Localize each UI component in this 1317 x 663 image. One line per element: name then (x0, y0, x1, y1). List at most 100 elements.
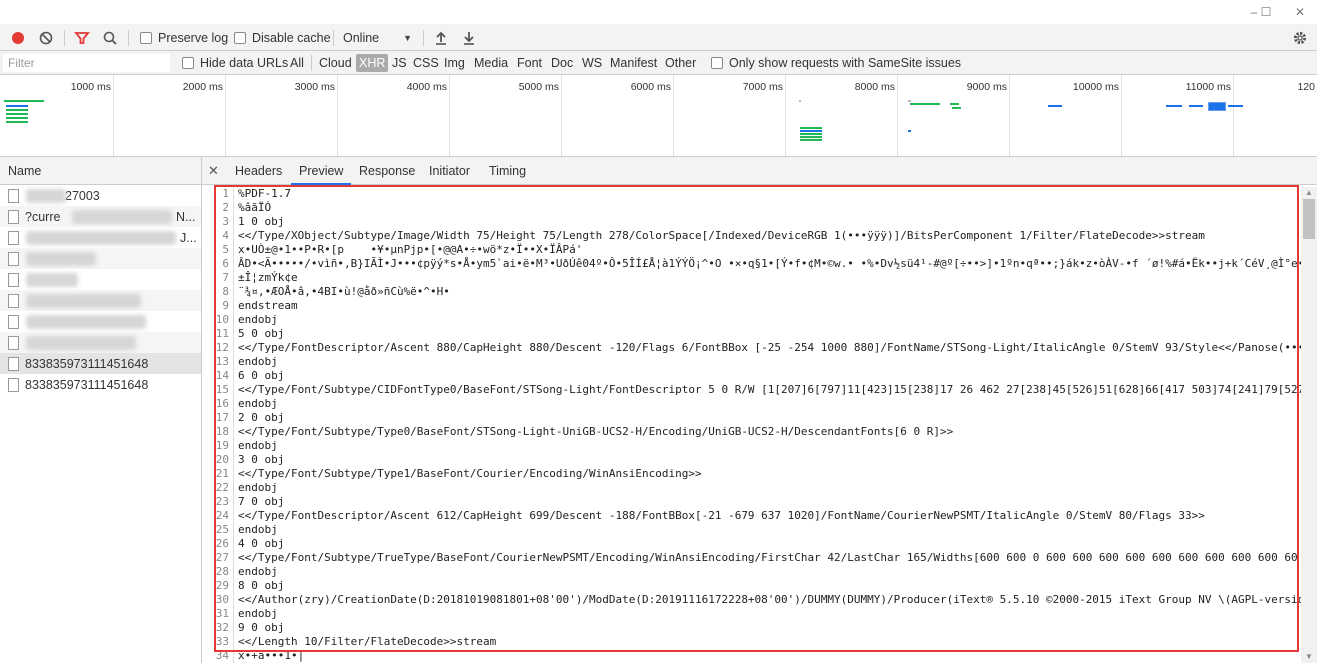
request-row[interactable]: ?curre N... (0, 206, 201, 227)
line-number: 20 (214, 453, 234, 467)
type-filter-all[interactable]: All (287, 54, 307, 72)
tab-timing[interactable]: Timing (481, 157, 534, 185)
line-number: 14 (214, 369, 234, 383)
type-filter-css[interactable]: CSS (410, 54, 442, 72)
type-filter-media[interactable]: Media (471, 54, 511, 72)
hide-data-urls-toggle[interactable]: Hide data URLs (182, 51, 288, 75)
search-button[interactable] (102, 24, 118, 51)
type-filter-other[interactable]: Other (662, 54, 699, 72)
name-column-header[interactable]: Name (0, 157, 201, 185)
line-number: 21 (214, 467, 234, 481)
hide-data-urls-checkbox[interactable] (182, 57, 194, 69)
timeline-tick-label: 11000 ms (1185, 81, 1231, 93)
request-row[interactable]: 833835973111451648 (0, 374, 201, 395)
timeline-gridline (449, 75, 450, 156)
timeline-bar (800, 139, 822, 141)
network-toolbar: Preserve log Disable cache Online ▼ (0, 24, 1317, 51)
scroll-up-icon[interactable]: ▲ (1301, 187, 1317, 199)
scrollbar-thumb[interactable] (1303, 199, 1315, 239)
request-name-truncation: J... (180, 230, 197, 245)
code-line: 16 endobj (214, 397, 1301, 411)
preserve-log-label: Preserve log (158, 30, 229, 45)
disable-cache-toggle[interactable]: Disable cache (234, 24, 331, 51)
samesite-toggle[interactable]: Only show requests with SameSite issues (711, 51, 961, 75)
code-line: 27 <</Type/Font/Subtype/TrueType/BaseFont… (214, 551, 1301, 565)
request-row[interactable] (0, 311, 201, 332)
line-number: 34 (214, 649, 234, 663)
line-number: 7 (214, 271, 234, 285)
request-row[interactable] (0, 290, 201, 311)
line-number: 32 (214, 621, 234, 635)
maximize-icon[interactable]: ☐ (1253, 3, 1279, 21)
timeline-tick-label: 6000 ms (630, 81, 671, 93)
code-line: 24 <</Type/FontDescriptor/Ascent 612/CapH… (214, 509, 1301, 523)
line-text: endstream (238, 299, 298, 312)
request-row[interactable] (0, 269, 201, 290)
record-button[interactable] (10, 24, 26, 51)
filter-bar: Hide data URLs All Cloud XHR JS CSS Img … (0, 51, 1317, 75)
timeline-tick-label: 4000 ms (406, 81, 447, 93)
request-row[interactable] (0, 248, 201, 269)
timeline-bar (6, 117, 28, 119)
line-text: endobj (238, 313, 278, 326)
timeline-bar (910, 103, 940, 105)
preserve-log-checkbox[interactable] (140, 31, 152, 44)
code-line: 15 <</Type/Font/Subtype/CIDFontType0/Base… (214, 383, 1301, 397)
line-text: 5 0 obj (238, 327, 285, 340)
response-preview[interactable]: 1 %PDF-1.7 2 %âãÏÓ 3 1 0 obj 4 <</Type/XObject/… (214, 187, 1301, 663)
request-row[interactable]: 27003 (0, 185, 201, 206)
line-number: 25 (214, 523, 234, 537)
file-icon (8, 209, 19, 224)
line-text: 1 0 obj (238, 215, 285, 228)
preview-scrollbar[interactable]: ▲ ▼ (1301, 187, 1317, 663)
samesite-checkbox[interactable] (711, 57, 723, 69)
file-icon (8, 230, 19, 245)
line-text: endobj (238, 439, 278, 452)
tab-initiator[interactable]: Initiator (421, 157, 478, 185)
import-har-button[interactable] (434, 24, 448, 51)
request-details-panel: ✕ Headers Preview Response Initiator Tim… (202, 157, 1317, 663)
type-filter-doc[interactable]: Doc (548, 54, 576, 72)
type-filter-manifest[interactable]: Manifest (607, 54, 660, 72)
type-filter-ws[interactable]: WS (579, 54, 605, 72)
line-number: 28 (214, 565, 234, 579)
tab-response[interactable]: Response (351, 157, 423, 185)
type-filter-cloud[interactable]: Cloud (316, 54, 355, 72)
code-line: 6 ÂD•<Ã•••••/•vìñ•,B}IÃÌ•J•••¢pÿý*s•Å•ym5… (214, 257, 1301, 271)
type-filter-xhr[interactable]: XHR (356, 54, 389, 72)
line-number: 33 (214, 635, 234, 649)
clear-button[interactable] (38, 24, 54, 51)
timeline-bar (800, 133, 822, 135)
type-filter-js[interactable]: JS (389, 54, 410, 72)
type-filter-img[interactable]: Img (441, 54, 468, 72)
filter-input[interactable] (3, 54, 170, 72)
timeline-overview[interactable]: 1000 ms 2000 ms 3000 ms 4000 ms 5000 ms … (0, 75, 1317, 157)
timeline-gridline (1009, 75, 1010, 156)
timeline-bar (800, 130, 822, 132)
filter-toggle-button[interactable] (74, 24, 90, 51)
line-text: endobj (238, 565, 278, 578)
redacted-name (26, 293, 141, 308)
redacted-name (26, 335, 136, 350)
code-line: 20 3 0 obj (214, 453, 1301, 467)
line-number: 23 (214, 495, 234, 509)
redacted-name (26, 314, 146, 329)
disable-cache-checkbox[interactable] (234, 31, 246, 44)
tab-headers[interactable]: Headers (227, 157, 290, 185)
settings-button[interactable] (1292, 24, 1308, 51)
redacted-name (72, 209, 172, 224)
line-text: <</Author(zry)/CreationDate(D:2018101908… (238, 593, 1301, 606)
request-row[interactable] (0, 332, 201, 353)
close-window-icon[interactable]: ✕ (1287, 3, 1313, 21)
request-row-selected[interactable]: 833835973111451648 (0, 353, 201, 374)
request-row[interactable]: J... (0, 227, 201, 248)
scroll-down-icon[interactable]: ▼ (1301, 651, 1317, 663)
export-har-button[interactable] (462, 24, 476, 51)
preserve-log-toggle[interactable]: Preserve log (140, 24, 228, 51)
tab-preview[interactable]: Preview (291, 157, 352, 185)
throttling-select[interactable]: Online ▼ (343, 24, 412, 51)
line-number: 31 (214, 607, 234, 621)
timeline-bar (6, 105, 28, 107)
close-details-icon[interactable]: ✕ (208, 157, 219, 185)
type-filter-font[interactable]: Font (514, 54, 545, 72)
